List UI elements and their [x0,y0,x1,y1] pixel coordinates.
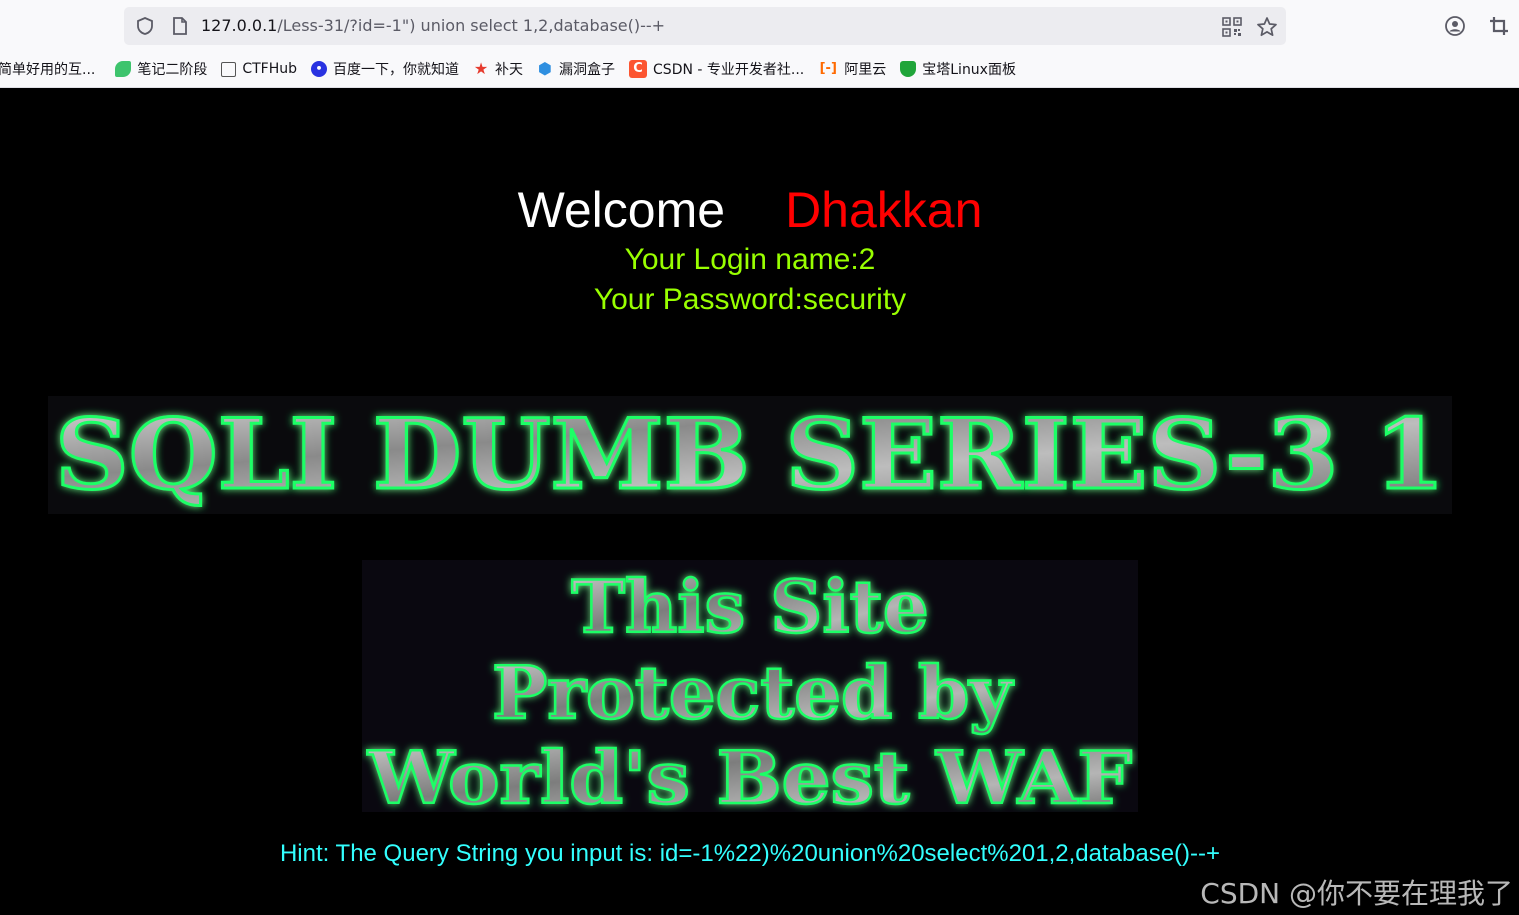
bookmark-item[interactable]: CTFHub [221,56,297,82]
bookmark-label: CTFHub [242,61,298,77]
paw-favicon-icon: • [311,61,328,77]
waf-line-2: Protected by [492,650,1014,735]
bookmark-label: 百度一下，你就知道 [333,62,460,78]
star-favicon-icon: ★ [473,59,489,78]
waf-banner-image: This Site Protected by World's Best WAF [362,560,1138,821]
page-icon[interactable] [171,16,189,36]
hexagon-favicon-icon: ⬢ [538,59,553,78]
bookmark-item[interactable]: 笔记二阶段 [115,56,207,82]
banner-title-text: SQLI DUMB SERIES-3 1 [55,398,1445,511]
qr-code-icon[interactable] [1222,17,1242,37]
url-path: /Less-31/?id=-1") union select 1,2,datab… [277,16,666,35]
url-host: 127.0.0.1 [201,16,278,35]
welcome-heading: Welcome Dhakkan [0,178,1500,242]
bookmark-item[interactable]: 宝塔Linux面板 [900,56,1016,82]
login-name-text: Your Login name:2 [624,243,876,276]
bookmark-item[interactable]: ★ 补天 [473,56,523,82]
crop-icon[interactable] [1488,15,1510,37]
csdn-favicon-icon: C [629,60,648,78]
bookmark-label: CSDN - 专业开发者社... [653,62,805,78]
waf-line-3: World's Best WAF [367,735,1132,812]
cube-favicon-icon [221,61,237,77]
account-icon[interactable] [1444,15,1466,37]
shield-favicon-icon [900,61,917,77]
bookmark-label: 漏洞盒子 [559,62,616,78]
address-bar[interactable]: 127.0.0.1/Less-31/?id=-1") union select … [124,7,1286,45]
bookmark-label: 笔记二阶段 [137,62,208,78]
leaf-favicon-icon [115,61,132,77]
bookmark-label: 简单好用的互... [0,62,96,78]
url-text[interactable]: 127.0.0.1/Less-31/?id=-1") union select … [201,16,665,35]
bookmark-label: 补天 [495,62,524,78]
bookmark-star-icon[interactable] [1256,16,1278,38]
bookmark-item[interactable]: 简单好用的互... [0,56,95,82]
aliyun-favicon-icon: [-] [819,61,837,76]
bookmark-label: 阿里云 [844,62,887,78]
bookmark-item[interactable]: • 百度一下，你就知道 [311,56,459,82]
bookmark-label: 宝塔Linux面板 [922,62,1016,78]
welcome-text: Welcome [517,182,726,238]
shield-icon[interactable] [135,16,155,36]
waf-line-1: This Site [571,564,928,649]
series-banner-image: SQLI DUMB SERIES-3 1 [48,396,1452,514]
password-text: Your Password:security [593,283,907,316]
user-name-text: Dhakkan [785,182,983,238]
bookmark-item[interactable]: ⬢ 漏洞盒子 [537,56,615,82]
bookmark-item[interactable]: C CSDN - 专业开发者社... [629,56,804,82]
csdn-watermark: CSDN @你不要在理我了 [1200,877,1513,910]
query-hint-text: Hint: The Query String you input is: id=… [279,840,1221,867]
page-content: Welcome Dhakkan Your Login name:2 Your Pa… [0,88,1519,915]
bookmarks-toolbar: 简单好用的互... 笔记二阶段 CTFHub • 百度一下，你就知道 ★ 补天 … [0,56,1519,82]
bookmark-item[interactable]: [-] 阿里云 [818,56,887,82]
browser-chrome: 127.0.0.1/Less-31/?id=-1") union select … [0,0,1519,88]
